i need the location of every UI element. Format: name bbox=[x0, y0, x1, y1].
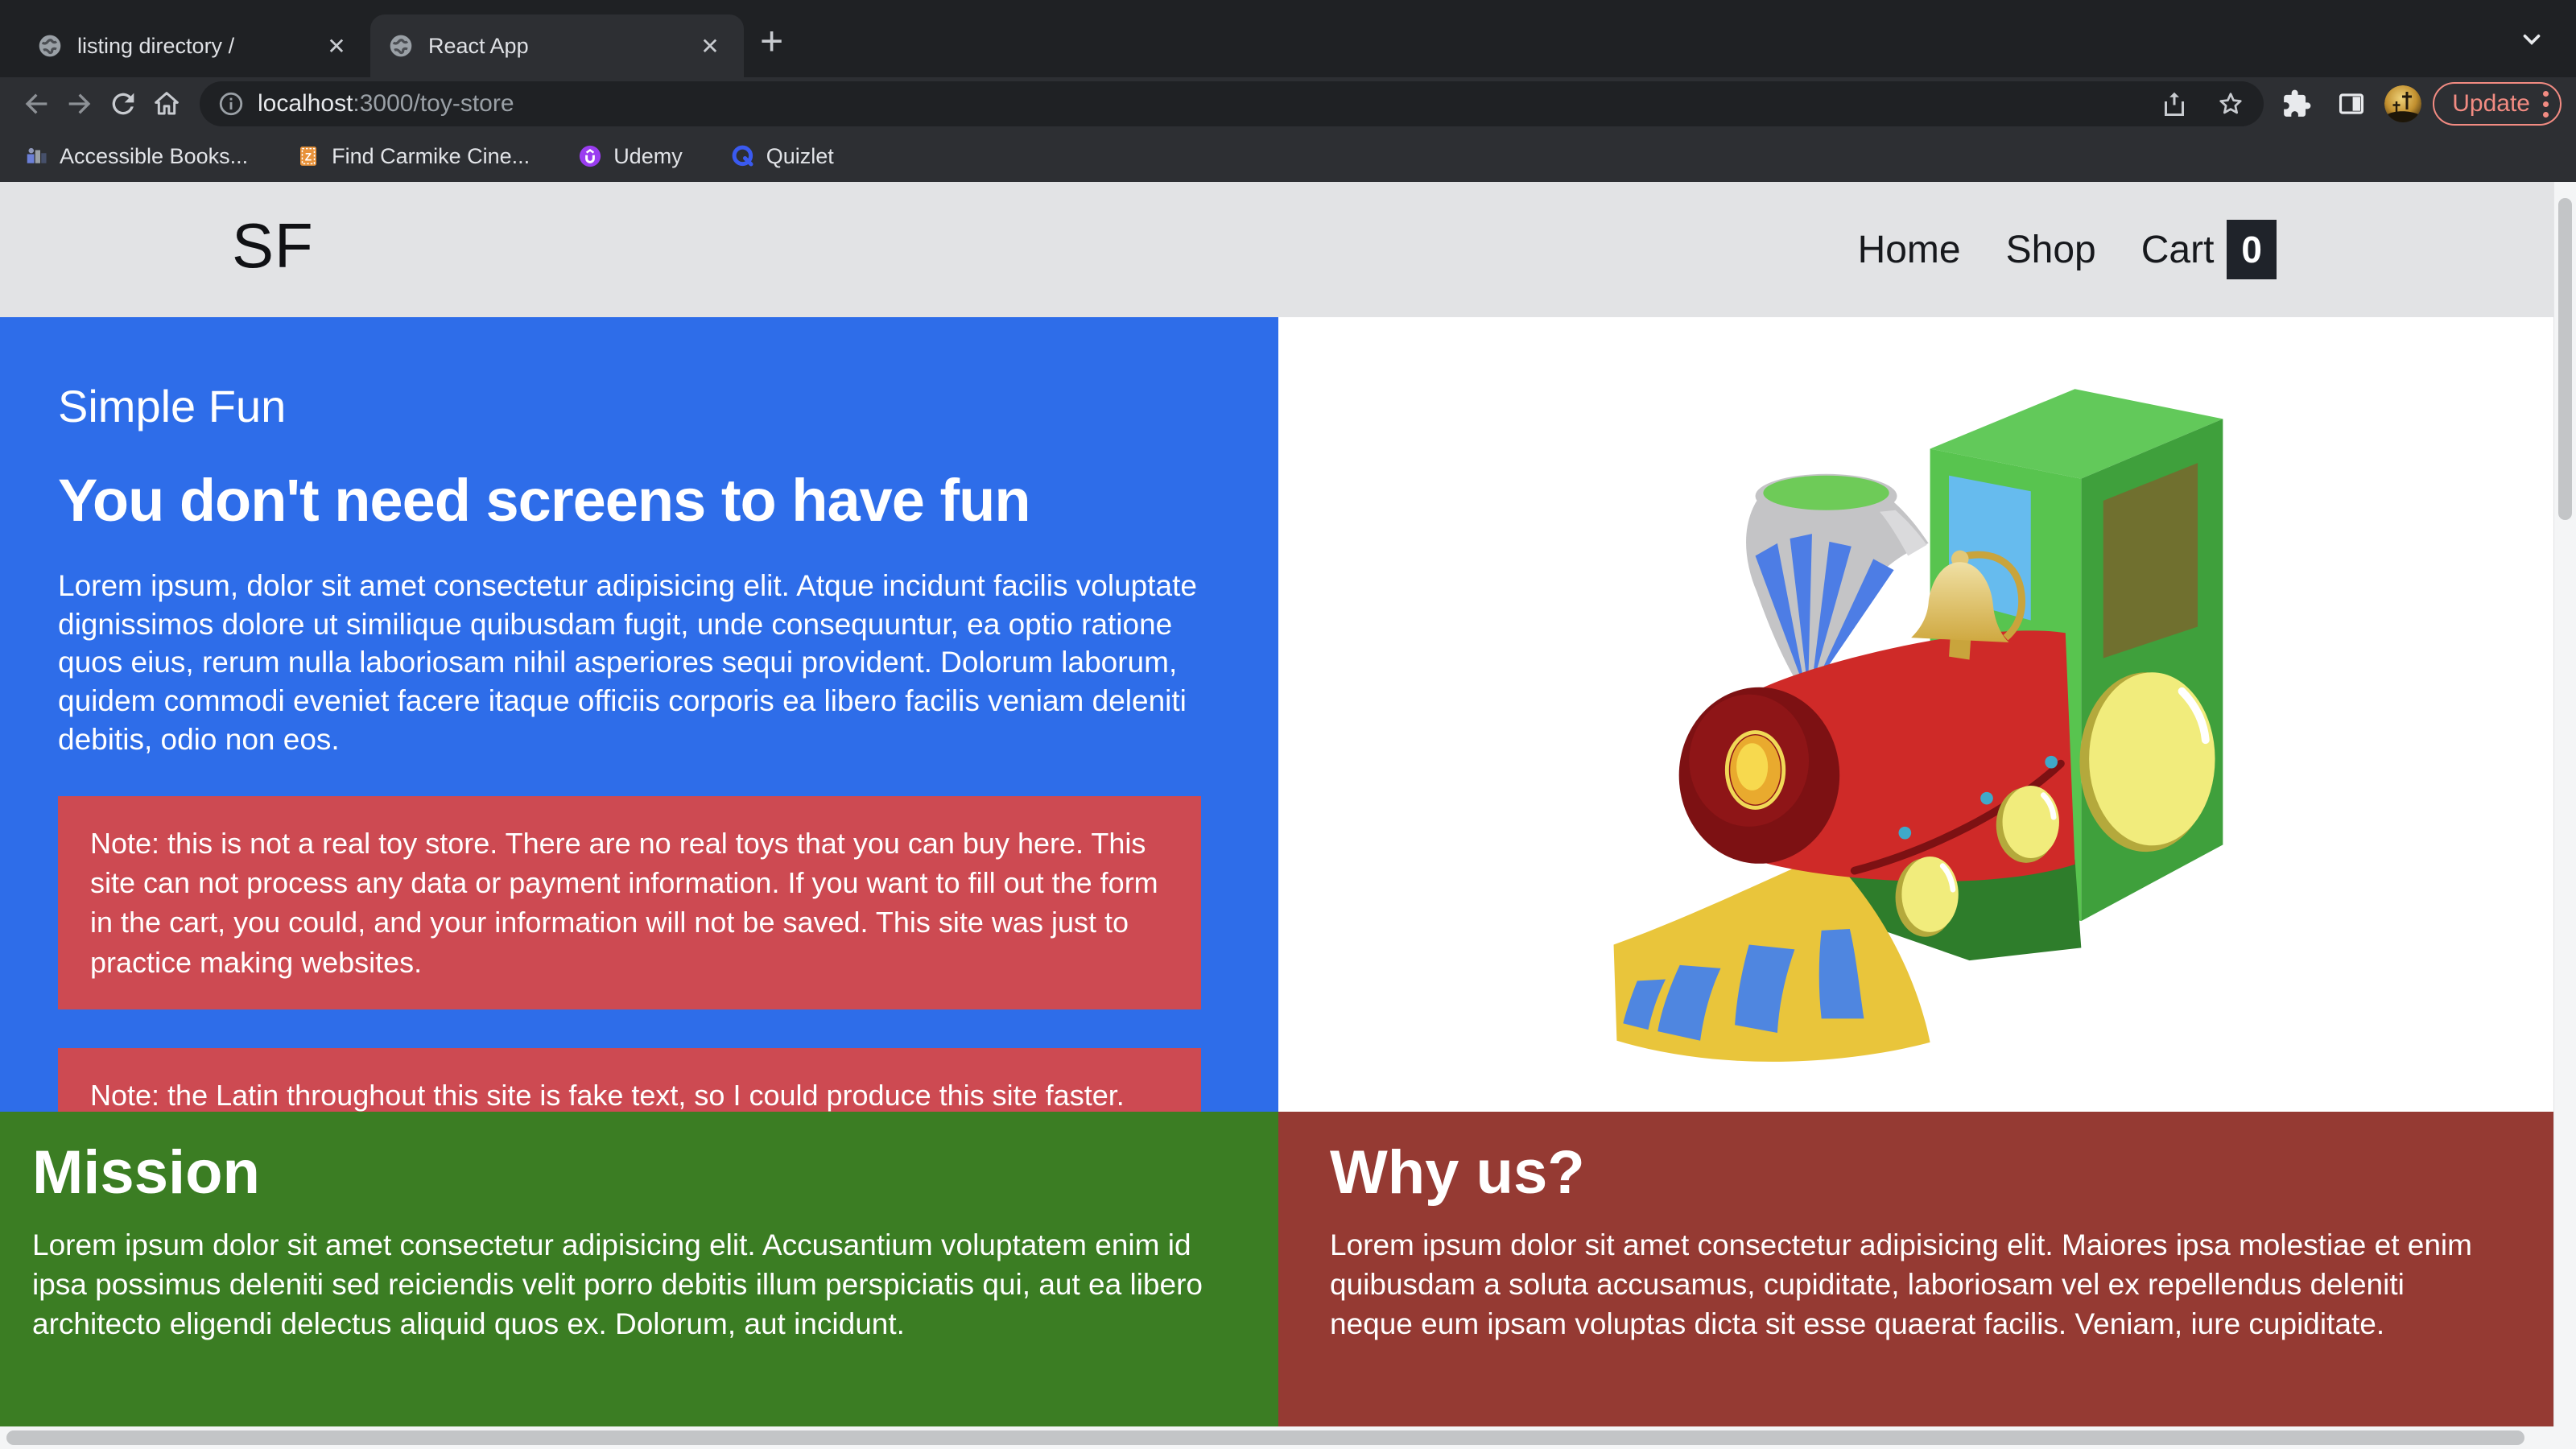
tab-react-app[interactable]: React App ✕ bbox=[370, 14, 744, 77]
page-info-icon[interactable] bbox=[217, 90, 245, 118]
disclaimer-note-1: Note: this is not a real toy store. Ther… bbox=[58, 795, 1201, 1009]
vertical-scrollbar-thumb[interactable] bbox=[2558, 198, 2572, 520]
bookmark-star-button[interactable] bbox=[2209, 82, 2252, 126]
reload-button[interactable] bbox=[101, 82, 145, 126]
bookmark-label: Find Carmike Cine... bbox=[332, 143, 530, 168]
bookmark-udemy[interactable]: Udemy bbox=[578, 144, 683, 169]
home-button[interactable] bbox=[145, 82, 188, 126]
horizontal-scrollbar[interactable] bbox=[0, 1426, 2576, 1449]
url-text: localhost:3000/toy-store bbox=[258, 90, 514, 117]
update-button[interactable]: Update bbox=[2433, 82, 2562, 126]
tab-close-icon[interactable]: ✕ bbox=[694, 30, 726, 62]
extensions-puzzle-icon bbox=[2284, 89, 2311, 117]
star-icon bbox=[2219, 93, 2242, 114]
horizontal-scrollbar-thumb[interactable] bbox=[6, 1430, 2524, 1445]
hero-title: You don't need screens to have fun bbox=[58, 467, 1031, 534]
svg-text:Z: Z bbox=[305, 151, 312, 163]
why-us-section: Why us? Lorem ipsum dolor sit amet conse… bbox=[1278, 1112, 2553, 1426]
mission-section: Mission Lorem ipsum dolor sit amet conse… bbox=[0, 1112, 1278, 1426]
nav-link-shop[interactable]: Shop bbox=[2006, 228, 2096, 272]
browser-window: listing directory / ✕ React App ✕ + loca… bbox=[0, 0, 2576, 1449]
mission-body: Lorem ipsum dolor sit amet consectetur a… bbox=[32, 1228, 1203, 1341]
why-us-title: Why us? bbox=[1330, 1138, 1585, 1207]
globe-favicon-icon bbox=[39, 35, 61, 57]
tab-strip: listing directory / ✕ React App ✕ + bbox=[0, 0, 2576, 77]
tab-title: React App bbox=[428, 33, 529, 58]
new-tab-button[interactable]: + bbox=[760, 21, 783, 61]
page-content: SF Home Shop Cart 0 Simple Fun You don't… bbox=[0, 182, 2553, 1426]
toy-train-illustration bbox=[1613, 388, 2223, 1062]
browser-toolbar: localhost:3000/toy-store Update bbox=[0, 77, 2576, 130]
bookmark-label: Quizlet bbox=[766, 143, 834, 168]
forward-button[interactable] bbox=[58, 82, 101, 126]
update-label: Update bbox=[2452, 90, 2530, 117]
hero-kicker: Simple Fun bbox=[58, 381, 287, 431]
site-header: SF Home Shop Cart 0 bbox=[0, 182, 2553, 317]
bookmark-find-carmike[interactable]: Z Find Carmike Cine... bbox=[296, 144, 530, 169]
tab-listing-directory[interactable]: listing directory / ✕ bbox=[19, 14, 370, 77]
bookmark-favicon-icon bbox=[580, 145, 601, 167]
tab-title: listing directory / bbox=[77, 33, 235, 58]
page-viewport: SF Home Shop Cart 0 Simple Fun You don't… bbox=[0, 182, 2576, 1449]
profile-avatar[interactable] bbox=[2384, 85, 2422, 122]
back-arrow-icon bbox=[25, 93, 47, 114]
cart-count-badge: 0 bbox=[2227, 220, 2277, 279]
tab-search-chevron-icon[interactable] bbox=[2518, 26, 2545, 53]
bookmark-quizlet[interactable]: Quizlet bbox=[731, 144, 834, 169]
share-button[interactable] bbox=[2153, 82, 2196, 126]
site-nav: Home Shop Cart 0 bbox=[1858, 182, 2277, 317]
nav-link-home[interactable]: Home bbox=[1858, 228, 1961, 272]
bookmark-favicon-icon bbox=[732, 145, 753, 167]
reload-icon bbox=[112, 93, 134, 115]
share-icon bbox=[2165, 92, 2185, 116]
extensions-button[interactable] bbox=[2275, 82, 2318, 126]
globe-favicon-icon bbox=[390, 35, 412, 57]
avatar-image bbox=[2384, 85, 2422, 122]
why-us-body: Lorem ipsum dolor sit amet consectetur a… bbox=[1330, 1228, 2472, 1341]
menu-kebab-icon[interactable] bbox=[2543, 90, 2549, 118]
bookmark-favicon-icon: Z bbox=[300, 147, 317, 166]
hero-section: Simple Fun You don't need screens to hav… bbox=[0, 317, 2553, 1143]
bookmark-favicon-icon bbox=[27, 147, 47, 163]
side-panel-button[interactable] bbox=[2330, 82, 2373, 126]
cart-label: Cart bbox=[2140, 228, 2215, 271]
toolbar-right-cluster: Update bbox=[2275, 82, 2562, 126]
nav-link-cart[interactable]: Cart 0 bbox=[2141, 220, 2277, 279]
hero-image-panel bbox=[1278, 317, 2553, 1112]
forward-arrow-icon bbox=[68, 93, 91, 114]
bookmark-label: Udemy bbox=[613, 143, 683, 168]
side-panel-icon bbox=[2339, 93, 2364, 114]
bookmarks-bar: Accessible Books... Z Find Carmike Cine.… bbox=[0, 130, 2576, 182]
mission-title: Mission bbox=[32, 1138, 260, 1207]
home-icon bbox=[155, 92, 179, 115]
bookmark-label: Accessible Books... bbox=[60, 143, 249, 168]
vertical-scrollbar[interactable] bbox=[2553, 182, 2576, 1426]
tab-close-icon[interactable]: ✕ bbox=[320, 30, 353, 62]
site-logo[interactable]: SF bbox=[232, 209, 314, 283]
bookmark-accessible-books[interactable]: Accessible Books... bbox=[24, 144, 248, 169]
hero-text-panel: Simple Fun You don't need screens to hav… bbox=[0, 317, 1278, 1143]
hero-body: Lorem ipsum, dolor sit amet consectetur … bbox=[58, 569, 1197, 756]
address-bar[interactable]: localhost:3000/toy-store bbox=[200, 81, 2264, 126]
back-button[interactable] bbox=[14, 82, 58, 126]
bottom-sections: Mission Lorem ipsum dolor sit amet conse… bbox=[0, 1112, 2553, 1426]
